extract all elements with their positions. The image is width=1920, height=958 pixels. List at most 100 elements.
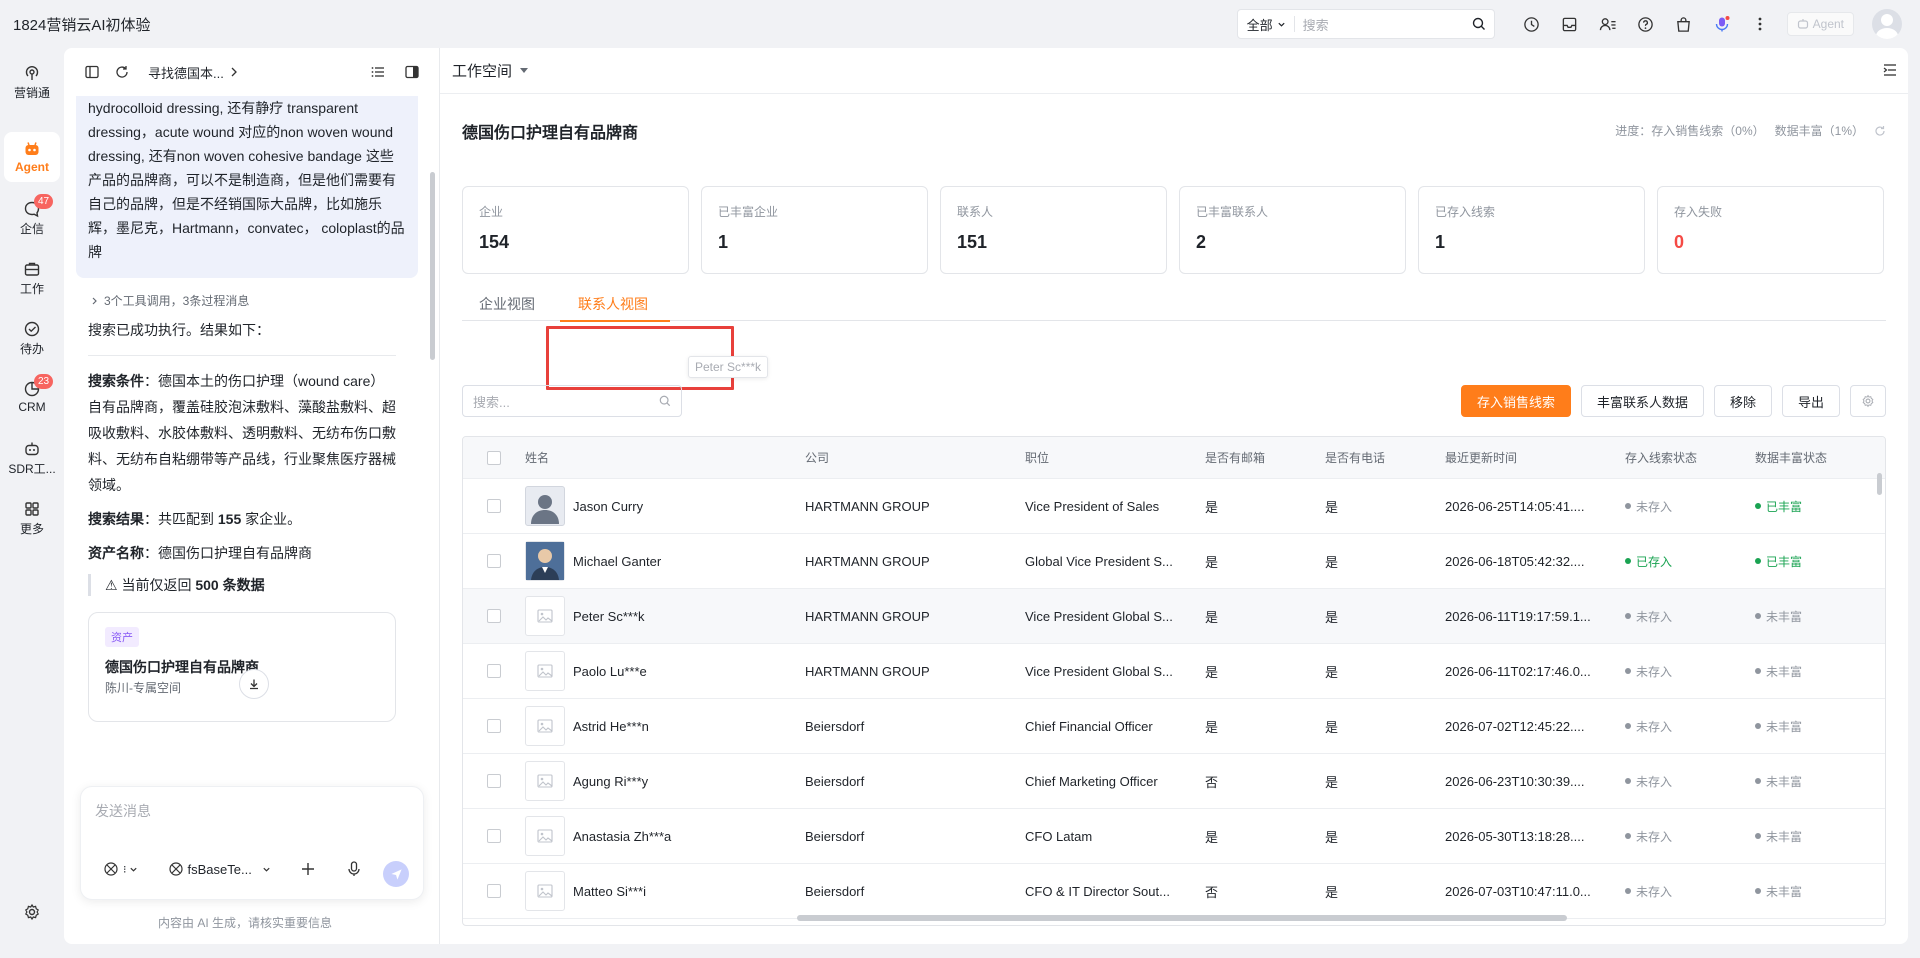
refresh-icon[interactable] [1874,125,1886,137]
microphone-icon[interactable] [347,861,361,877]
search-scope-label: 全部 [1246,17,1273,33]
nav-item-sdr[interactable]: SDR工... [0,440,64,477]
help-icon[interactable] [1627,9,1665,39]
table-row[interactable]: Peter Sc***k HARTMANN GROUP Vice President… [463,589,1885,644]
row-checkbox[interactable] [487,829,501,843]
gear-icon [1862,394,1874,408]
model-select-icon[interactable] [103,861,119,877]
chat-scrollbar[interactable] [430,172,435,360]
col-header-updated[interactable]: 最近更新时间 [1445,449,1625,466]
lead-status-text: 未存入 [1636,774,1673,789]
nav-item-messages[interactable]: 47 企信 [0,194,64,237]
col-header-enrich-status[interactable]: 数据丰富状态 [1755,449,1875,466]
asset-card[interactable]: 资产 德国伤口护理自有品牌商 陈川-专属空间 [88,612,396,722]
contact-name[interactable]: Matteo Si***i [573,884,646,899]
collapse-panel-icon[interactable] [1882,62,1898,78]
table-row[interactable]: Jason Curry HARTMANN GROUP Vice President … [463,479,1885,534]
message-input[interactable]: 发送消息 [95,801,151,821]
message-composer[interactable]: 发送消息 ⁝ fsBaseTe... [80,786,424,900]
save-leads-button[interactable]: 存入销售线索 [1460,385,1571,417]
enrich-status-badge: 已丰富 [1755,498,1875,515]
export-button[interactable]: 导出 [1781,385,1840,417]
row-checkbox[interactable] [487,884,501,898]
enrich-status-badge: 未丰富 [1755,828,1875,845]
table-row[interactable]: Agung Ri***y Beiersdorf Chief Marketing Of… [463,754,1885,809]
search-icon[interactable] [1464,17,1494,31]
tool-select[interactable]: fsBaseTe... [188,862,252,877]
grid-icon [25,502,39,516]
enrich-status-badge: 未丰富 [1755,663,1875,680]
contact-name[interactable]: Michael Ganter [573,554,661,569]
panel-split-icon[interactable] [404,64,420,80]
global-search[interactable]: 全部 搜索 [1236,9,1495,39]
enrich-contacts-button[interactable]: 丰富联系人数据 [1580,385,1704,417]
nav-item-agent[interactable]: Agent [4,132,60,182]
col-header-company[interactable]: 公司 [805,449,1025,466]
row-checkbox[interactable] [487,554,501,568]
agent-button-label: Agent [1812,17,1844,31]
robot-icon [25,142,39,155]
search-input[interactable]: 搜索 [1295,15,1464,34]
col-header-phone[interactable]: 是否有电话 [1325,449,1445,466]
contact-name[interactable]: Agung Ri***y [573,774,648,789]
asset-tag: 资产 [105,627,139,647]
col-header-title[interactable]: 职位 [1025,449,1205,466]
history-icon[interactable] [1513,9,1551,39]
table-row[interactable]: Anastasia Zh***a Beiersdorf CFO Latam 是 是 202… [463,809,1885,864]
nav-item-todo[interactable]: 待办 [0,320,64,357]
caret-down-icon[interactable] [520,67,529,74]
row-checkbox[interactable] [487,609,501,623]
table-row[interactable]: Paolo Lu***e HARTMANN GROUP Vice President… [463,644,1885,699]
send-button[interactable] [383,861,409,887]
updated-cell: 2026-06-18T05:42:32.... [1445,553,1585,569]
col-header-lead-status[interactable]: 存入线索状态 [1625,449,1755,466]
row-checkbox[interactable] [487,499,501,513]
table-row[interactable]: Michael Ganter HARTMANN GROUP Global Vice … [463,534,1885,589]
contact-name[interactable]: Peter Sc***k [573,609,645,624]
row-checkbox[interactable] [487,664,501,678]
chevron-down-icon[interactable] [262,865,271,874]
tab-contact-view[interactable]: 联系人视图 [578,294,648,314]
sidebar-toggle-icon[interactable] [84,64,100,80]
add-icon[interactable] [301,862,315,876]
col-header-email[interactable]: 是否有邮箱 [1205,449,1325,466]
select-all-checkbox[interactable] [487,450,501,465]
nav-item-work[interactable]: 工作 [0,260,64,297]
table-search-input[interactable]: 搜索... [462,385,682,417]
contact-name[interactable]: Anastasia Zh***a [573,829,671,844]
user-avatar[interactable] [1872,9,1902,39]
contact-name[interactable]: Jason Curry [573,499,643,514]
chat-title-breadcrumb[interactable]: 寻找德国本... [148,63,238,82]
nav-item-crm[interactable]: 23 CRM [0,374,64,414]
col-header-name[interactable]: 姓名 [525,449,805,466]
nav-item-marketing[interactable]: 营销通 [0,64,64,101]
contacts-icon[interactable] [1589,9,1627,39]
row-checkbox[interactable] [487,719,501,733]
mic-badge-icon[interactable] [1703,9,1741,39]
list-icon[interactable] [370,64,386,80]
table-vertical-scrollbar[interactable] [1877,473,1882,495]
tab-company-view[interactable]: 企业视图 [479,294,535,314]
nav-item-more[interactable]: 更多 [0,500,64,537]
download-icon[interactable] [239,669,269,699]
status-dot [1625,503,1631,509]
tool-calls-toggle[interactable]: 3个工具调用，3条过程消息 [92,292,426,309]
search-scope-select[interactable]: 全部 [1238,16,1295,33]
table-settings-button[interactable] [1850,385,1886,417]
updated-cell: 2026-07-03T10:47:11.0... [1445,883,1591,899]
settings-icon[interactable] [0,903,64,923]
new-chat-icon[interactable] [114,64,130,80]
bag-icon[interactable] [1665,9,1703,39]
remove-button[interactable]: 移除 [1713,385,1772,417]
row-checkbox[interactable] [487,774,501,788]
inbox-icon[interactable] [1551,9,1589,39]
contact-name[interactable]: Paolo Lu***e [573,664,647,679]
chevron-down-icon[interactable] [129,865,138,874]
table-row[interactable]: Astrid He***n Beiersdorf Chief Financial O… [463,699,1885,754]
agent-button[interactable]: Agent [1786,12,1854,36]
table-horizontal-scrollbar[interactable] [797,915,1567,921]
workspace-select[interactable]: 工作空间 [452,60,512,81]
table-row[interactable]: Matteo Si***i Beiersdorf CFO & IT Director… [463,864,1885,919]
more-icon[interactable] [1741,9,1779,39]
contact-name[interactable]: Astrid He***n [573,719,649,734]
